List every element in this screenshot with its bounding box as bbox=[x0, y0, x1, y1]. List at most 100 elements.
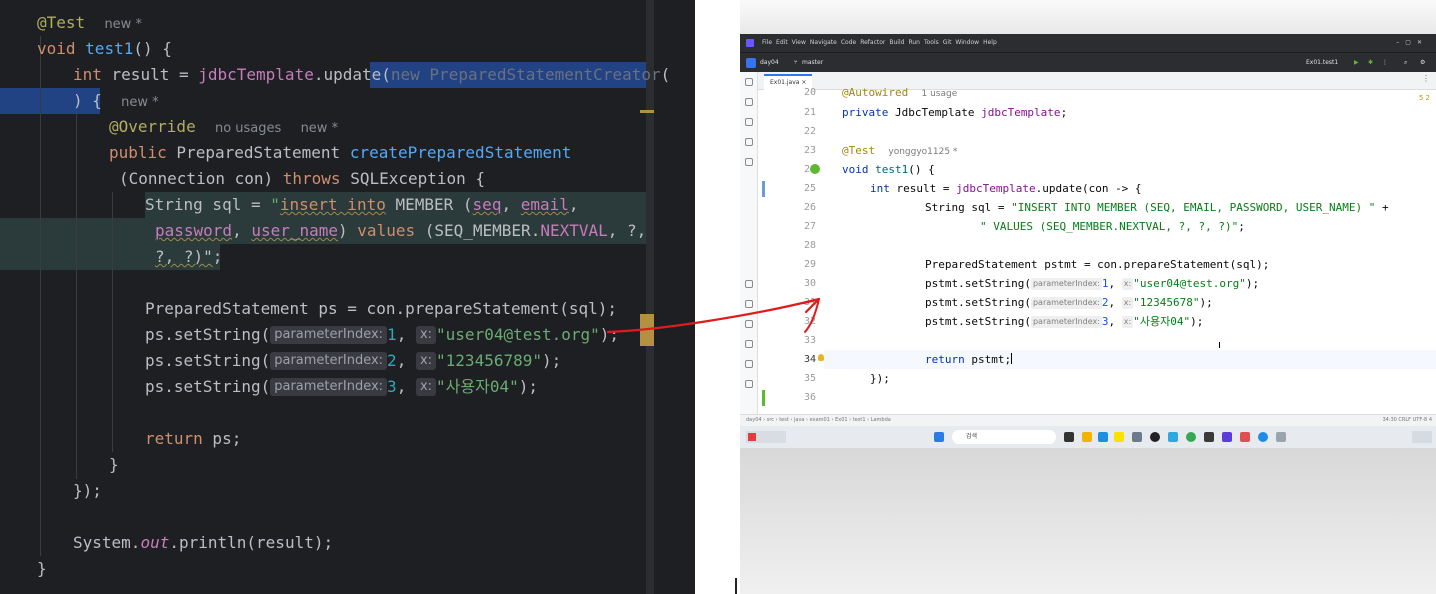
search-icon[interactable]: ⌕ bbox=[1404, 53, 1407, 73]
code-line[interactable]: @Override no usages new * bbox=[109, 114, 338, 142]
code-line[interactable]: ) { new * bbox=[73, 88, 159, 116]
code-line[interactable]: int result = jdbcTemplate.update(con -> … bbox=[870, 179, 1436, 198]
code-line[interactable]: private JdbcTemplate jdbcTemplate; bbox=[842, 103, 1436, 122]
code-line[interactable]: ps.setString(parameterIndex: 3, x: "사용자04"… bbox=[145, 374, 538, 400]
taskbar-app-icon[interactable] bbox=[1114, 432, 1124, 442]
weather-widget[interactable] bbox=[746, 431, 786, 443]
line-number-gutter: 20 21 22 23 24 25 26 27 28 29 30 31 32 3… bbox=[758, 87, 824, 414]
ide-menu-bar[interactable]: File Edit View Navigate Code Refactor Build Run… bbox=[762, 34, 1001, 52]
more-tools-icon[interactable] bbox=[745, 158, 753, 166]
code-line[interactable]: pstmt.setString(parameterIndex: 2, x: "123… bbox=[925, 293, 1436, 312]
run-config-selector[interactable]: Ex01.test1 bbox=[1306, 53, 1338, 73]
line-number: 35 bbox=[803, 373, 816, 384]
left-code-editor: @Test new * void test1() { int result = … bbox=[0, 0, 695, 594]
code-line[interactable]: password, user_name) values (SEQ_MEMBER.… bbox=[155, 218, 656, 244]
code-line[interactable]: public PreparedStatement createPreparedS… bbox=[109, 140, 571, 166]
menu-help[interactable]: Help bbox=[983, 39, 997, 46]
inlay-hint: x: bbox=[1121, 316, 1134, 328]
taskbar-app-icon[interactable] bbox=[1204, 432, 1214, 442]
line-number: 24 bbox=[758, 160, 816, 179]
code-line[interactable]: @Test yonggyo1125 * bbox=[842, 141, 1436, 160]
menu-build[interactable]: Build bbox=[889, 39, 904, 46]
run-icon[interactable]: ▶ bbox=[1354, 53, 1359, 73]
code-line[interactable]: }); bbox=[73, 478, 102, 504]
code-line[interactable]: return ps; bbox=[145, 426, 241, 452]
breadcrumb[interactable]: day04 › src › test › java › exam01 › Ex0… bbox=[746, 415, 891, 426]
code-line[interactable]: String sql = "insert into MEMBER (seq, e… bbox=[145, 192, 579, 218]
inlay-hint: x: bbox=[1121, 278, 1134, 290]
code-line[interactable]: @Test new * bbox=[37, 10, 142, 38]
project-selector[interactable]: day04 bbox=[760, 53, 779, 73]
line-number: 25 bbox=[803, 183, 816, 194]
structure-tool-icon[interactable] bbox=[745, 118, 753, 126]
code-line[interactable]: }); bbox=[870, 369, 1436, 388]
debug-icon[interactable]: ✱ bbox=[1368, 53, 1373, 73]
branch-selector[interactable]: master bbox=[802, 53, 823, 73]
menu-refactor[interactable]: Refactor bbox=[860, 39, 885, 46]
code-line[interactable]: System.out.println(result); bbox=[73, 530, 333, 556]
git-tool-icon[interactable] bbox=[745, 360, 753, 368]
menu-window[interactable]: Window bbox=[955, 39, 979, 46]
inlay-hint: x: bbox=[415, 352, 437, 370]
code-line[interactable]: ps.setString(parameterIndex: 1, x: "user04… bbox=[145, 322, 619, 348]
bookmarks-tool-icon[interactable] bbox=[745, 138, 753, 146]
vcs-change-marker bbox=[762, 181, 765, 197]
line-number: 22 bbox=[803, 126, 816, 137]
line-number: 28 bbox=[803, 240, 816, 251]
menu-code[interactable]: Code bbox=[841, 39, 856, 46]
code-line[interactable]: pstmt.setString(parameterIndex: 3, x: "사용자… bbox=[925, 312, 1436, 331]
ide-code-area[interactable]: 5 2 @Autowired 1 usage private JdbcTempl… bbox=[824, 86, 1436, 414]
code-line[interactable]: ps.setString(parameterIndex: 2, x: "123456… bbox=[145, 348, 561, 374]
code-line[interactable]: void test1() { bbox=[37, 36, 172, 62]
taskbar-app-icon[interactable] bbox=[1186, 432, 1196, 442]
menu-tools[interactable]: Tools bbox=[924, 39, 939, 46]
code-line[interactable]: @Autowired 1 usage bbox=[842, 83, 1436, 102]
taskbar-app-icon[interactable] bbox=[1258, 432, 1268, 442]
window-controls[interactable]: –▢✕ bbox=[1396, 34, 1428, 52]
services-tool-icon[interactable] bbox=[745, 280, 753, 288]
code-line[interactable]: pstmt.setString(parameterIndex: 1, x: "use… bbox=[925, 274, 1436, 293]
menu-view[interactable]: View bbox=[792, 39, 806, 46]
code-line[interactable]: void test1() { bbox=[842, 160, 1436, 179]
menu-navigate[interactable]: Navigate bbox=[810, 39, 837, 46]
start-icon[interactable] bbox=[934, 432, 944, 442]
code-line[interactable]: } bbox=[109, 452, 119, 478]
taskbar-app-icon[interactable] bbox=[1222, 432, 1232, 442]
system-tray[interactable] bbox=[1412, 431, 1432, 443]
taskbar-search[interactable]: 검색 bbox=[952, 430, 1056, 444]
code-line[interactable]: ?, ?)"; bbox=[155, 244, 222, 270]
annotation-arrow bbox=[606, 297, 821, 334]
commit-tool-icon[interactable] bbox=[745, 98, 753, 106]
code-line[interactable]: PreparedStatement ps = con.prepareStatem… bbox=[145, 296, 617, 322]
project-tool-icon[interactable] bbox=[745, 78, 753, 86]
menu-file[interactable]: File bbox=[762, 39, 772, 46]
code-line[interactable]: " VALUES (SEQ_MEMBER.NEXTVAL, ?, ?, ?)"; bbox=[980, 217, 1436, 236]
taskbar-app-icon[interactable] bbox=[1240, 432, 1250, 442]
settings-icon[interactable]: ⚙ bbox=[1420, 53, 1425, 73]
code-line[interactable]: int result = jdbcTemplate.update(new Pre… bbox=[73, 62, 670, 88]
status-info[interactable]: 34:30 CRLF UTF-8 4 bbox=[1382, 415, 1432, 426]
code-line[interactable]: (Connection con) throws SQLException { bbox=[119, 166, 485, 192]
code-line[interactable]: } bbox=[37, 556, 47, 582]
menu-git[interactable]: Git bbox=[943, 39, 952, 46]
ide-title-bar: File Edit View Navigate Code Refactor Build Run… bbox=[740, 34, 1436, 52]
inlay-hint: parameterIndex: bbox=[270, 352, 388, 370]
notifications-tool-icon[interactable] bbox=[745, 380, 753, 388]
cursor-mark bbox=[735, 578, 737, 594]
taskbar-app-icon[interactable] bbox=[1150, 432, 1160, 442]
code-line[interactable]: return pstmt; bbox=[925, 350, 1436, 369]
taskbar-app-icon[interactable] bbox=[1064, 432, 1074, 442]
menu-run[interactable]: Run bbox=[908, 39, 920, 46]
os-taskbar: 검색 bbox=[740, 426, 1436, 448]
taskbar-app-icon[interactable] bbox=[1098, 432, 1108, 442]
tab-menu-icon[interactable]: ⋮ bbox=[1422, 74, 1430, 83]
taskbar-app-icon[interactable] bbox=[1132, 432, 1142, 442]
taskbar-app-icon[interactable] bbox=[1168, 432, 1178, 442]
menu-edit[interactable]: Edit bbox=[776, 39, 788, 46]
code-line[interactable]: PreparedStatement pstmt = con.prepareSta… bbox=[925, 255, 1436, 274]
code-line[interactable]: String sql = "INSERT INTO MEMBER (SEQ, E… bbox=[925, 198, 1436, 217]
run-test-icon[interactable] bbox=[810, 164, 820, 174]
taskbar-app-icon[interactable] bbox=[1276, 432, 1286, 442]
taskbar-app-icon[interactable] bbox=[1082, 432, 1092, 442]
more-icon[interactable]: ⋮ bbox=[1382, 53, 1388, 73]
